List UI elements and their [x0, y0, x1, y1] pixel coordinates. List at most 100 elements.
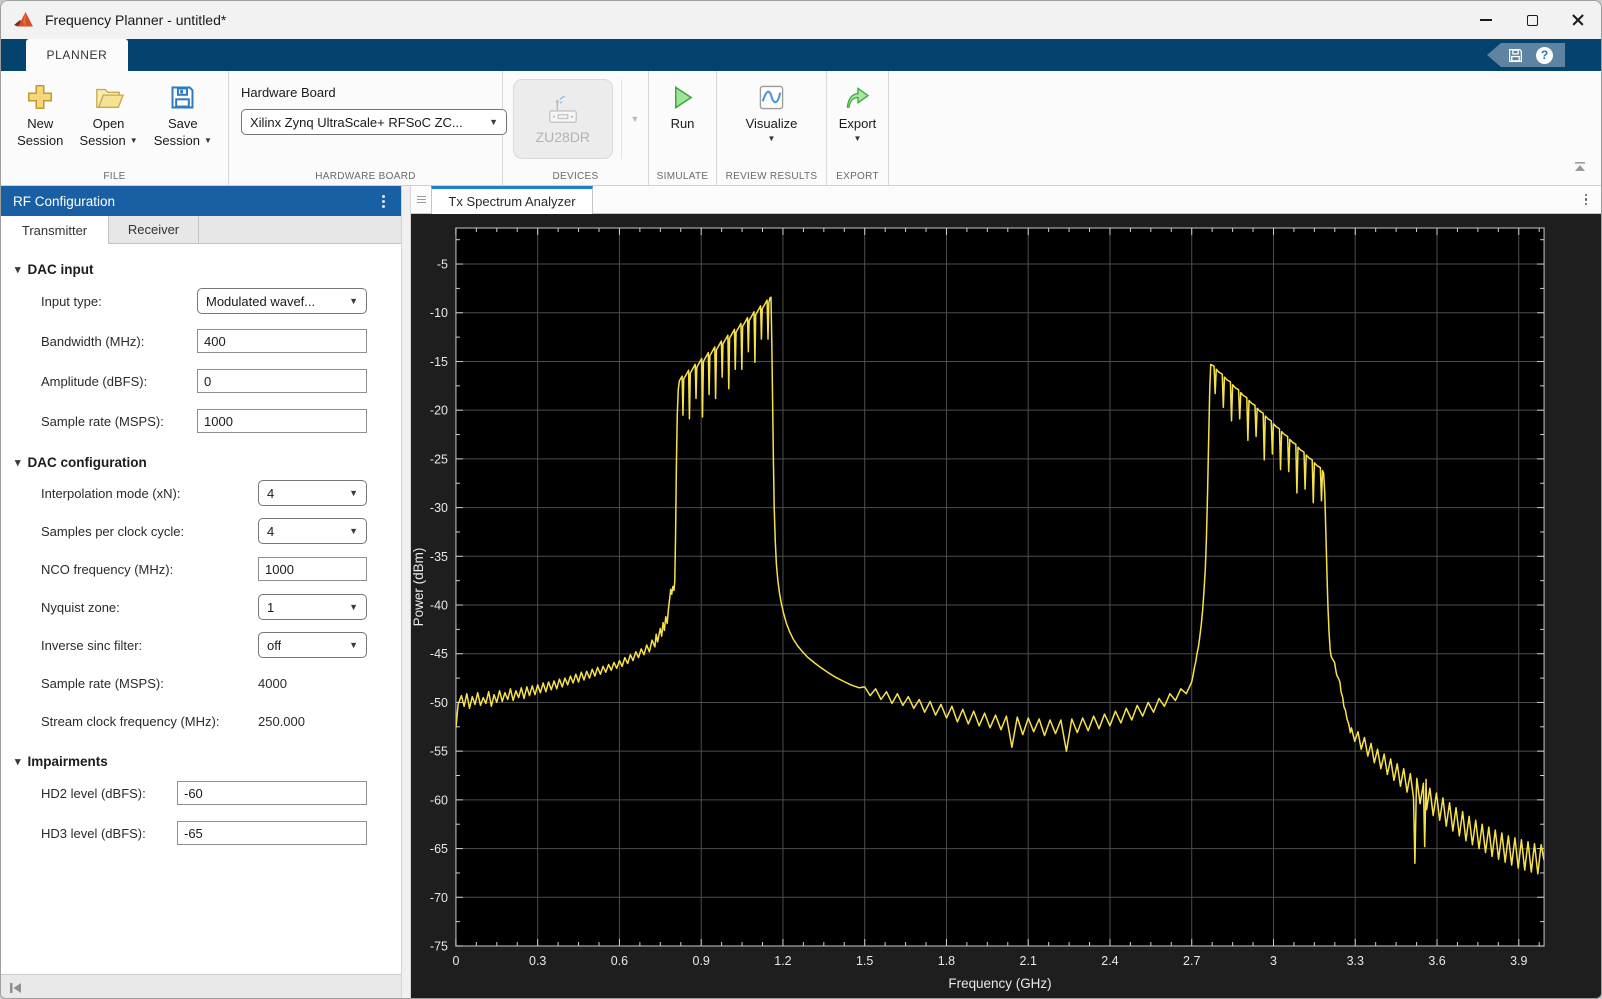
chevron-down-icon: ▼: [349, 602, 358, 612]
close-button[interactable]: [1555, 1, 1601, 39]
chevron-down-icon: ▼: [129, 136, 138, 145]
open-session-button[interactable]: Open Session ▼: [79, 71, 138, 149]
x-tick-label: 1.2: [774, 954, 791, 968]
device-name: ZU28DR: [535, 129, 591, 145]
chevron-down-icon: ▼: [767, 134, 776, 143]
minimize-button[interactable]: [1463, 1, 1509, 39]
input-type-dropdown[interactable]: Modulated wavef... ▼: [197, 288, 367, 314]
tab-receiver[interactable]: Receiver: [109, 216, 199, 243]
config-row: Amplitude (dBFS):: [1, 361, 401, 401]
tab-bar-menu-icon[interactable]: [1581, 186, 1602, 213]
config-row: Sample rate (MSPS):: [1, 401, 401, 441]
y-axis-label: Power (dBm): [411, 548, 426, 627]
new-session-button[interactable]: New Session: [17, 71, 63, 149]
hd2-level-dbfs-input[interactable]: [177, 781, 367, 805]
drag-grip-icon[interactable]: [411, 186, 431, 213]
x-tick-label: 2.4: [1101, 954, 1118, 968]
section-header-dac-configuration[interactable]: ▾ DAC configuration: [15, 455, 401, 470]
hardware-board-dropdown[interactable]: Xilinx Zynq UltraScale+ RFSoC ZC... ▼: [241, 109, 507, 135]
tab-planner[interactable]: PLANNER: [26, 39, 128, 71]
hardware-board-label: Hardware Board: [241, 85, 336, 100]
config-row: HD3 level (dBFS):: [1, 813, 401, 853]
open-session-icon: [93, 79, 125, 115]
rf-configuration-header: RF Configuration: [1, 186, 401, 216]
radio-device-icon: [548, 96, 577, 123]
x-tick-label: 3: [1270, 954, 1277, 968]
export-icon: [843, 79, 871, 115]
y-tick-label: -70: [430, 891, 448, 905]
toolbar-section-devices: ZU28DR ▼ DEVICES: [503, 71, 649, 185]
panel-menu-icon[interactable]: [378, 191, 389, 212]
sample-rate-msps-value: 4000: [258, 675, 287, 691]
plot-host: 0 0.3 0.6 0.9 1.2 1.5 1.8 2.1 2.4 2.7 3 3.3 3.6 3.9 -7…: [411, 214, 1601, 998]
toolbar: New Session Open Session ▼ Save Session ▼: [1, 71, 1601, 186]
interpolation-mode-xn-dropdown[interactable]: 4 ▼: [258, 480, 367, 506]
chevron-down-icon: ▼: [349, 526, 358, 536]
y-tick-label: -40: [430, 599, 448, 613]
section-header-impairments[interactable]: ▾ Impairments: [15, 754, 401, 769]
maximize-button[interactable]: [1509, 1, 1555, 39]
rf-configuration-panel: RF Configuration Transmitter Receiver ▾ D…: [1, 186, 401, 998]
hd3-level-dbfs-input[interactable]: [177, 821, 367, 845]
save-session-icon: [168, 79, 197, 115]
run-button[interactable]: Run: [669, 71, 696, 132]
visualize-button[interactable]: Visualize ▼: [746, 71, 797, 143]
y-tick-label: -25: [430, 452, 448, 466]
collapse-panel-icon[interactable]: [9, 982, 23, 994]
panel-splitter[interactable]: [401, 186, 411, 998]
amplitude-dbfs-label: Amplitude (dBFS):: [41, 373, 148, 389]
export-button[interactable]: Export ▼: [839, 71, 876, 143]
amplitude-dbfs-input[interactable]: [197, 369, 367, 393]
collapse-icon: ▾: [15, 457, 21, 469]
hd2-level-dbfs-label: HD2 level (dBFS):: [41, 785, 146, 801]
save-icon[interactable]: [1507, 47, 1524, 64]
sample-rate-msps-input[interactable]: [197, 409, 367, 433]
x-tick-label: 0.9: [693, 954, 710, 968]
y-tick-label: -30: [430, 501, 448, 515]
collapse-ribbon-icon: [1575, 162, 1585, 171]
chevron-down-icon: ▼: [349, 640, 358, 650]
y-tick-label: -50: [430, 696, 448, 710]
tab-transmitter[interactable]: Transmitter: [1, 216, 109, 244]
tab-tx-spectrum-analyzer[interactable]: Tx Spectrum Analyzer: [431, 186, 593, 214]
chevron-down-icon: ▼: [630, 114, 640, 124]
section-header-dac-input[interactable]: ▾ DAC input: [15, 262, 401, 277]
stream-clock-frequency-mhz-label: Stream clock frequency (MHz):: [41, 713, 220, 729]
devices-dropdown-button[interactable]: ▼: [620, 79, 648, 159]
x-tick-label: 3.3: [1347, 954, 1364, 968]
config-row: Input type: Modulated wavef... ▼: [1, 281, 401, 321]
y-tick-label: -5: [437, 258, 448, 272]
bandwidth-mhz-input[interactable]: [197, 329, 367, 353]
help-icon[interactable]: ?: [1536, 46, 1553, 64]
collapse-icon: ▾: [15, 756, 21, 768]
y-tick-label: -10: [430, 306, 448, 320]
config-row: Sample rate (MSPS): 4000: [1, 664, 401, 702]
x-tick-label: 0: [452, 954, 459, 968]
y-tick-label: -60: [430, 793, 448, 807]
config-row: Bandwidth (MHz):: [1, 321, 401, 361]
chevron-down-icon: ▼: [349, 488, 358, 498]
collapse-ribbon-button[interactable]: [1573, 159, 1587, 177]
chevron-down-icon: ▼: [203, 136, 212, 145]
y-tick-label: -65: [430, 842, 448, 856]
spectrum-plot: 0 0.3 0.6 0.9 1.2 1.5 1.8 2.1 2.4 2.7 3 3.3 3.6 3.9 -7…: [411, 214, 1601, 998]
app-window: Frequency Planner - untitled* PLANNER ?: [0, 0, 1602, 999]
maximize-icon: [1526, 14, 1538, 26]
collapse-icon: ▾: [15, 264, 21, 276]
samples-per-clock-cycle-dropdown[interactable]: 4 ▼: [258, 518, 367, 544]
save-session-button[interactable]: Save Session ▼: [154, 71, 212, 149]
input-type-label: Input type:: [41, 293, 102, 309]
run-icon: [669, 79, 696, 115]
device-zu28dr-button[interactable]: ZU28DR: [513, 79, 613, 159]
nco-frequency-mhz-label: NCO frequency (MHz):: [41, 561, 174, 577]
interpolation-mode-xn-label: Interpolation mode (xN):: [41, 485, 181, 501]
inverse-sinc-filter-label: Inverse sinc filter:: [41, 637, 143, 653]
quick-access-toolbar: ?: [1487, 43, 1565, 67]
toolbar-section-hardware-board: Hardware Board Xilinx Zynq UltraScale+ R…: [229, 71, 507, 185]
x-tick-label: 3.6: [1428, 954, 1445, 968]
samples-per-clock-cycle-label: Samples per clock cycle:: [41, 523, 185, 539]
nyquist-zone-dropdown[interactable]: 1 ▼: [258, 594, 367, 620]
toolbar-section-export: Export ▼ EXPORT: [827, 71, 889, 185]
nco-frequency-mhz-input[interactable]: [258, 557, 367, 581]
inverse-sinc-filter-dropdown[interactable]: off ▼: [258, 632, 367, 658]
